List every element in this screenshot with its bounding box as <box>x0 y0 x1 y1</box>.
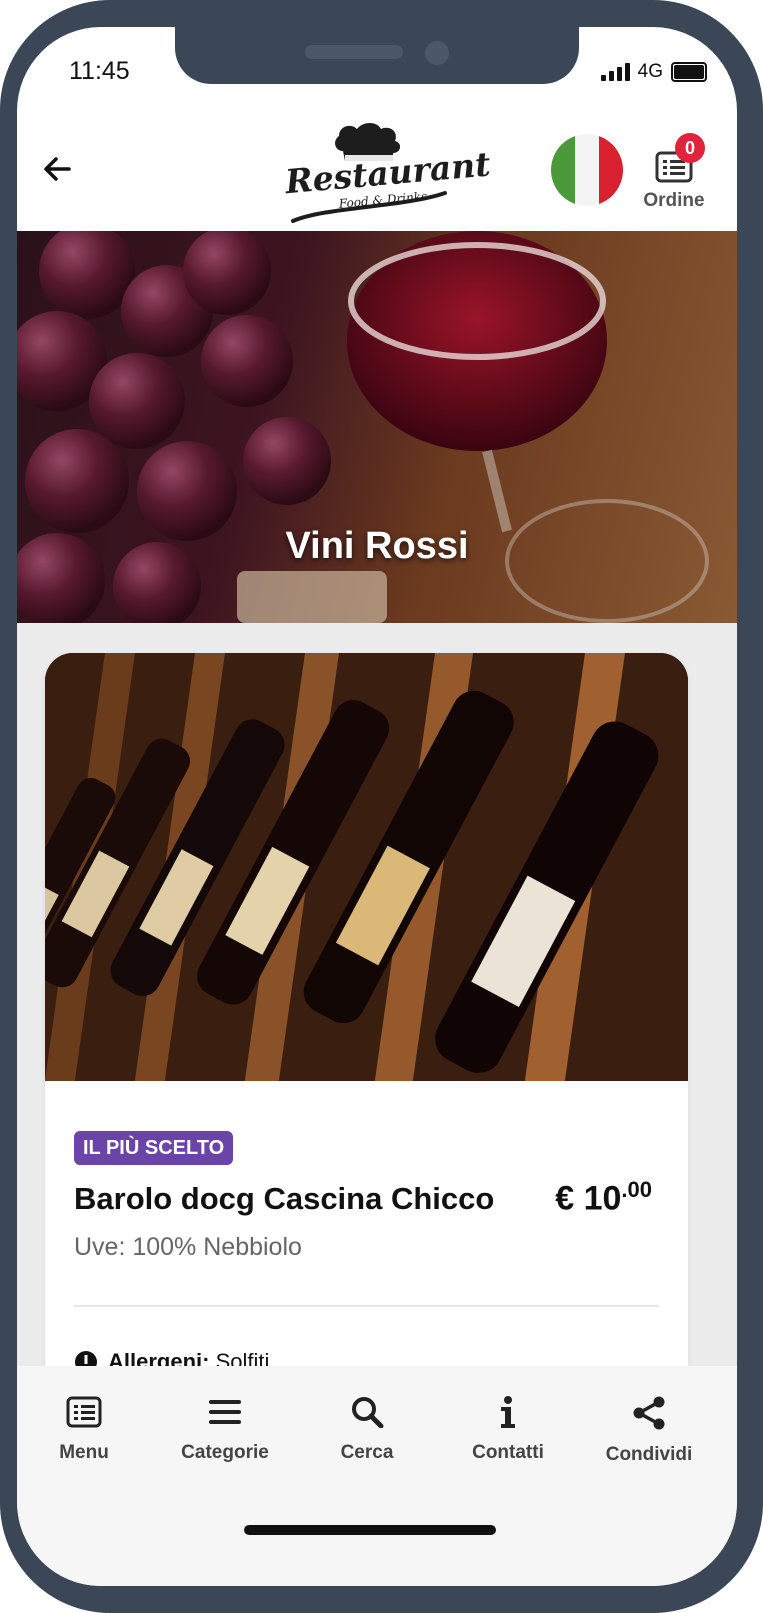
hamburger-icon <box>209 1400 241 1424</box>
signal-icon <box>600 63 630 81</box>
item-name: Barolo docg Cascina Chicco <box>74 1181 495 1216</box>
speaker <box>305 45 403 59</box>
nav-menu-label: Menu <box>59 1442 109 1463</box>
nav-menu[interactable]: Menu <box>24 1396 144 1464</box>
menu-list-icon <box>66 1396 102 1428</box>
most-chosen-badge: IL PIÙ SCELTO <box>74 1131 234 1165</box>
price-main: € 10 <box>555 1179 622 1218</box>
nav-contacts-label: Contatti <box>472 1442 544 1463</box>
order-label: Ordine <box>643 190 705 211</box>
nav-categories-label: Categorie <box>181 1442 269 1463</box>
category-hero-image: Vini Rossi <box>17 231 737 623</box>
italy-flag-icon[interactable] <box>551 134 623 206</box>
home-indicator[interactable] <box>244 1525 496 1535</box>
search-icon <box>352 1397 384 1428</box>
status-indicators: 4G <box>600 61 707 83</box>
order-button[interactable]: Ordine 0 <box>639 133 709 223</box>
menu-item-card[interactable]: IL PIÙ SCELTO Barolo docg Cascina Chicco… <box>45 653 688 1369</box>
order-count-badge: 0 <box>675 133 705 163</box>
battery-icon <box>671 62 707 82</box>
restaurant-logo: Restaurant Food & Drinks <box>284 121 492 227</box>
status-time: 11:45 <box>69 57 130 85</box>
nav-search[interactable]: Cerca <box>307 1396 427 1464</box>
nav-search-label: Cerca <box>340 1442 394 1463</box>
menu-content[interactable]: IL PIÙ SCELTO Barolo docg Cascina Chicco… <box>17 623 737 1369</box>
back-arrow-icon[interactable] <box>41 153 73 185</box>
notch <box>175 27 579 84</box>
screen: 11:45 4G Restaurant Food & Drinks Ordine… <box>17 27 737 1586</box>
nav-share-label: Condividi <box>605 1444 693 1465</box>
wine-bottles-image <box>45 653 688 1081</box>
category-title: Vini Rossi <box>285 525 469 567</box>
item-description: Uve: 100% Nebbiolo <box>74 1233 302 1261</box>
nav-share[interactable]: Condividi <box>589 1396 709 1466</box>
network-type: 4G <box>637 61 663 82</box>
nav-contacts[interactable]: Contatti <box>448 1396 568 1464</box>
share-icon <box>633 1396 665 1430</box>
divider <box>74 1305 659 1307</box>
front-camera <box>425 41 449 65</box>
price-cents: .00 <box>621 1177 652 1202</box>
info-icon <box>501 1396 515 1428</box>
nav-categories[interactable]: Categorie <box>165 1396 285 1464</box>
app-header: Restaurant Food & Drinks Ordine 0 <box>17 113 737 231</box>
phone-frame: 11:45 4G Restaurant Food & Drinks Ordine… <box>0 0 763 1613</box>
bottom-navigation: Menu Categorie Cerca Contatti Condividi <box>17 1366 737 1586</box>
item-price: € 10.00 <box>555 1177 652 1218</box>
